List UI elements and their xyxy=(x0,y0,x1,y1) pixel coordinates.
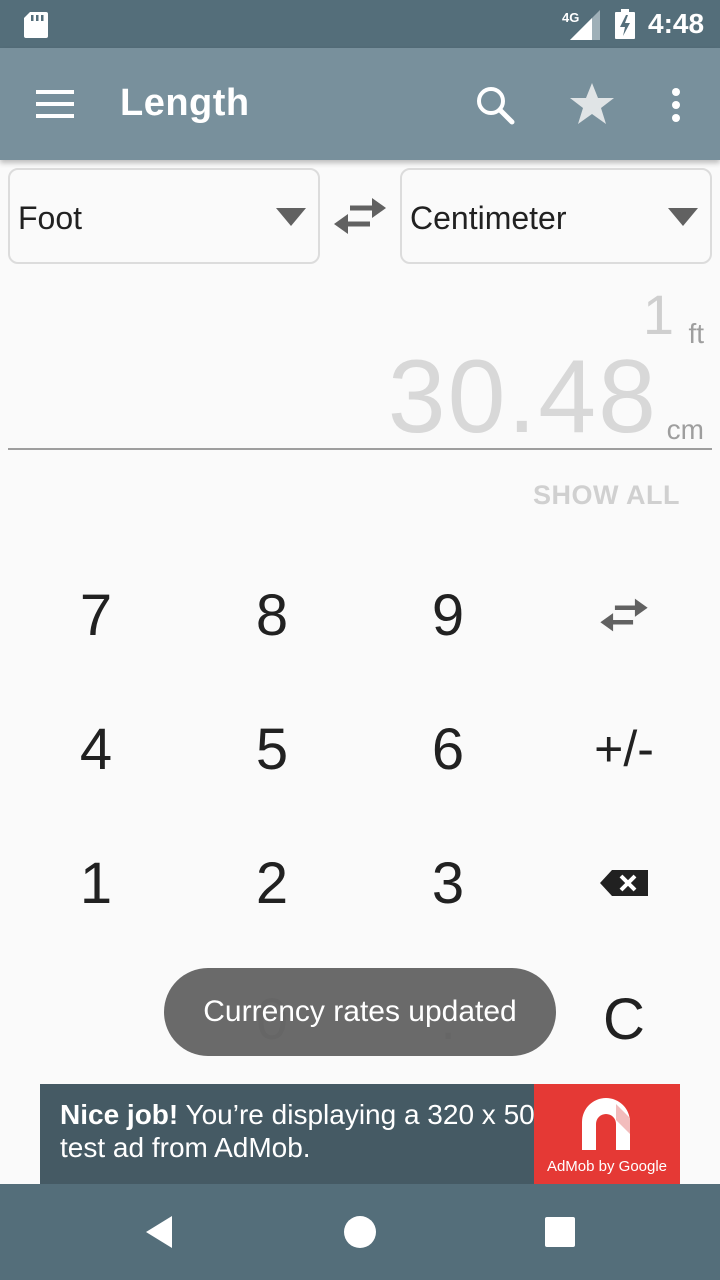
key-clear[interactable]: C xyxy=(536,952,712,1086)
recents-icon[interactable] xyxy=(542,1214,578,1250)
page-title: Length xyxy=(120,82,250,124)
key-7[interactable]: 7 xyxy=(8,548,184,682)
key-6[interactable]: 6 xyxy=(360,682,536,816)
more-options-icon[interactable] xyxy=(660,80,692,130)
sd-card-icon xyxy=(24,12,48,38)
from-unit-dropdown[interactable]: Foot xyxy=(8,168,320,264)
dropdown-arrow-icon xyxy=(276,208,306,226)
back-icon[interactable] xyxy=(142,1214,178,1250)
display-divider xyxy=(8,448,712,450)
input-unit: ft xyxy=(688,318,704,349)
network-type: 4G xyxy=(562,10,579,25)
key-swap[interactable] xyxy=(536,548,712,682)
to-unit-dropdown[interactable]: Centimeter xyxy=(400,168,712,264)
admob-brand-text: AdMob by Google xyxy=(546,1158,668,1175)
key-4[interactable]: 4 xyxy=(8,682,184,816)
key-3[interactable]: 3 xyxy=(360,816,536,950)
battery-charging-icon xyxy=(615,9,635,39)
backspace-icon xyxy=(600,870,648,896)
key-9[interactable]: 9 xyxy=(360,548,536,682)
status-bar: 4G 4:48 xyxy=(0,0,720,48)
ad-bold-text: Nice job! xyxy=(60,1099,179,1130)
admob-icon xyxy=(582,1098,630,1150)
result-unit: cm xyxy=(666,414,704,445)
from-unit-label: Foot xyxy=(18,200,83,236)
key-8[interactable]: 8 xyxy=(184,548,360,682)
search-icon[interactable] xyxy=(470,80,520,130)
hamburger-menu-icon[interactable] xyxy=(26,82,86,126)
favorite-star-icon[interactable] xyxy=(566,78,618,130)
key-plus-minus[interactable]: +/- xyxy=(536,682,712,816)
key-1[interactable]: 1 xyxy=(8,816,184,950)
swap-icon xyxy=(600,598,648,632)
to-unit-label: Centimeter xyxy=(410,200,567,236)
key-backspace[interactable] xyxy=(536,816,712,950)
ad-text: Nice job! You’re displaying a 320 x 50 t… xyxy=(60,1098,540,1164)
toast-message: Currency rates updated xyxy=(164,968,556,1056)
home-icon[interactable] xyxy=(342,1214,378,1250)
ad-banner[interactable]: Nice job! You’re displaying a 320 x 50 t… xyxy=(40,1084,680,1184)
admob-logo: AdMob by Google xyxy=(534,1084,680,1184)
dropdown-arrow-icon xyxy=(668,208,698,226)
app-bar: Length xyxy=(0,48,720,160)
navigation-bar xyxy=(0,1184,720,1280)
status-time: 4:48 xyxy=(648,8,705,39)
swap-units-icon[interactable] xyxy=(332,194,388,238)
result-value: 30.48 xyxy=(387,339,658,455)
signal-4g-icon: 4G xyxy=(562,10,600,40)
key-2[interactable]: 2 xyxy=(184,816,360,950)
show-all-button[interactable]: SHOW ALL xyxy=(533,480,680,511)
key-5[interactable]: 5 xyxy=(184,682,360,816)
